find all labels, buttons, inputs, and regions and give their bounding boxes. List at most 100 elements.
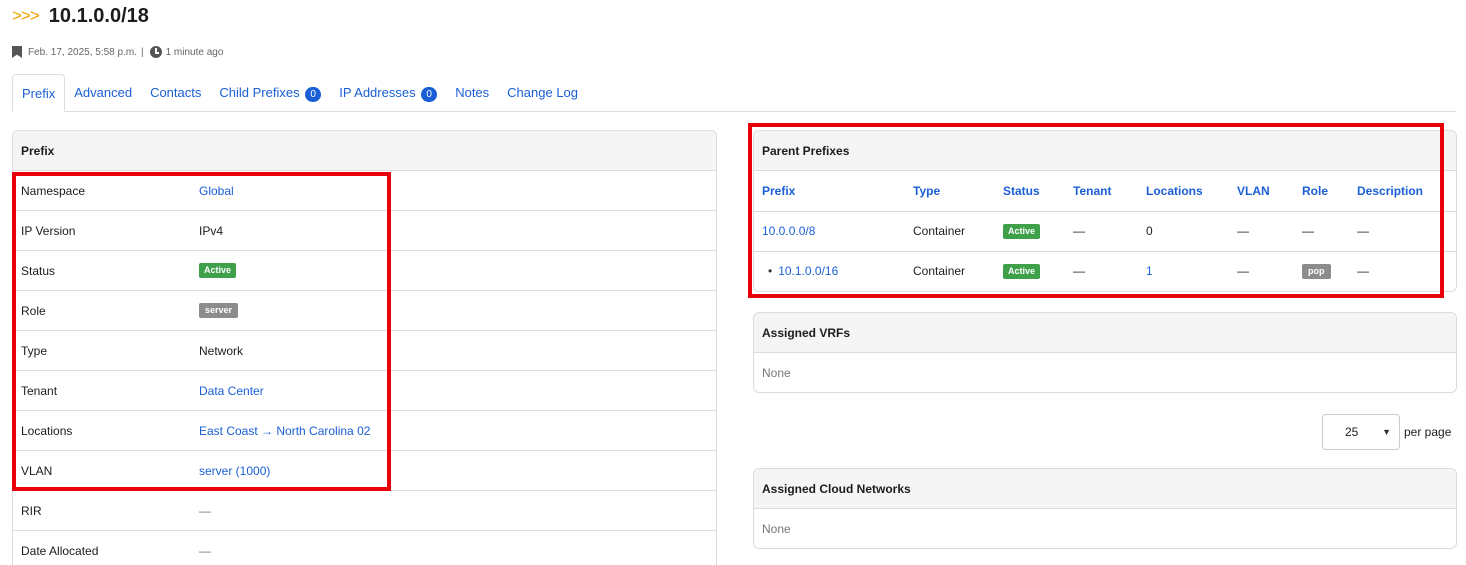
- table-row: • 10.1.0.0/16 Container Active — 1 — pop …: [754, 251, 1456, 291]
- tab-label: Notes: [455, 85, 490, 100]
- tab-label: Contacts: [150, 85, 202, 100]
- tab-label: Change Log: [507, 85, 579, 100]
- per-page-label: per page: [1404, 425, 1452, 439]
- tab-notes[interactable]: Notes: [446, 74, 498, 112]
- created-timestamp: Feb. 17, 2025, 5:58 p.m.: [28, 46, 137, 58]
- column-header-prefix[interactable]: Prefix: [754, 171, 905, 212]
- tenant-cell: —: [1065, 211, 1138, 252]
- table-row: 10.0.0.0/8 Container Active — 0 — — —: [754, 211, 1456, 252]
- parent-prefixes-panel: Parent Prefixes Prefix Type Status Tenan…: [753, 130, 1457, 292]
- empty-state-text: None: [762, 522, 791, 536]
- assigned-vrfs-panel: Assigned VRFs None: [753, 312, 1457, 393]
- location-link[interactable]: East Coast → North Carolina 02: [199, 424, 370, 438]
- bookmark-icon: [12, 46, 22, 58]
- panel-heading: Assigned VRFs: [754, 313, 1456, 353]
- per-page-value: 25: [1345, 425, 1359, 439]
- vlan-cell: —: [1237, 264, 1249, 279]
- type-cell: Container: [905, 211, 995, 252]
- role-badge: server: [199, 303, 239, 318]
- attr-label: Date Allocated: [21, 544, 99, 558]
- attr-row-ip-version: IP Version IPv4: [13, 211, 716, 251]
- tab-change-log[interactable]: Change Log: [498, 74, 587, 112]
- attr-value: —: [199, 503, 211, 518]
- locations-cell: 0: [1138, 211, 1229, 252]
- attr-label: Tenant: [21, 383, 58, 398]
- attr-label: VLAN: [21, 463, 53, 478]
- per-page-control: 25 ▼ per page: [1322, 414, 1451, 450]
- column-header-type[interactable]: Type: [905, 171, 995, 212]
- attr-row-status: Status Active: [13, 251, 716, 291]
- clock-icon: [149, 46, 162, 58]
- count-badge: 0: [305, 87, 322, 102]
- tab-ip-addresses[interactable]: IP Addresses 0: [330, 74, 446, 112]
- prefix-panel: Prefix Namespace Global IP Version IPv4 …: [12, 130, 717, 565]
- column-header-status[interactable]: Status: [995, 171, 1065, 212]
- attr-row-role: Role server: [13, 291, 716, 331]
- tab-label: Child Prefixes: [219, 85, 300, 100]
- per-page-select[interactable]: 25 ▼: [1322, 414, 1400, 450]
- attr-label: RIR: [21, 503, 42, 518]
- meta-separator: |: [140, 46, 144, 58]
- attr-row-date-allocated: Date Allocated —: [13, 531, 716, 565]
- attr-value: —: [199, 544, 211, 558]
- description-cell: —: [1357, 264, 1369, 279]
- role-badge: pop: [1302, 264, 1331, 280]
- tenant-cell: —: [1073, 264, 1085, 279]
- attr-value: IPv4: [199, 223, 224, 238]
- page-header: >>> 10.1.0.0/18: [12, 2, 149, 30]
- status-badge: Active: [1003, 224, 1041, 239]
- attr-row-tenant: Tenant Data Center: [13, 371, 716, 411]
- breadcrumb-arrows: >>>: [12, 6, 40, 25]
- column-header-description[interactable]: Description: [1349, 171, 1456, 212]
- attr-label: Namespace: [21, 183, 86, 198]
- tab-advanced[interactable]: Advanced: [65, 74, 141, 112]
- tab-child-prefixes[interactable]: Child Prefixes 0: [210, 74, 330, 112]
- column-header-tenant[interactable]: Tenant: [1065, 171, 1138, 212]
- page-title: 10.1.0.0/18: [48, 4, 149, 27]
- attr-value: Network: [199, 343, 244, 358]
- attr-label: Locations: [21, 423, 73, 438]
- status-badge: Active: [199, 263, 237, 278]
- column-header-role[interactable]: Role: [1294, 171, 1349, 212]
- timestamp-meta: Feb. 17, 2025, 5:58 p.m. | 1 minute ago: [12, 46, 223, 58]
- attr-row-type: Type Network: [13, 331, 716, 371]
- tab-label: Prefix: [22, 86, 56, 101]
- tree-bullet: •: [768, 264, 773, 279]
- type-cell: Container: [913, 264, 966, 279]
- status-badge: Active: [1003, 264, 1041, 280]
- tab-contacts[interactable]: Contacts: [141, 74, 210, 112]
- attr-label: IP Version: [21, 223, 76, 238]
- attr-label: Role: [21, 303, 46, 318]
- tab-label: IP Addresses: [339, 85, 416, 100]
- panel-heading: Prefix: [13, 131, 716, 171]
- description-cell: —: [1349, 211, 1456, 252]
- attr-row-rir: RIR —: [13, 491, 716, 531]
- attr-label: Status: [21, 263, 56, 278]
- count-badge: 0: [421, 87, 438, 102]
- column-header-vlan[interactable]: VLAN: [1229, 171, 1294, 212]
- namespace-link[interactable]: Global: [199, 184, 234, 198]
- tab-label: Advanced: [74, 85, 133, 100]
- role-cell: —: [1294, 211, 1349, 252]
- prefix-link[interactable]: 10.0.0.0/8: [762, 224, 815, 238]
- tab-bar: Prefix Advanced Contacts Child Prefixes …: [12, 74, 1456, 112]
- panel-heading: Assigned Cloud Networks: [754, 469, 1456, 509]
- tenant-link[interactable]: Data Center: [199, 384, 264, 398]
- attr-label: Type: [21, 343, 48, 358]
- vlan-link[interactable]: server (1000): [199, 464, 270, 478]
- vlan-cell: —: [1229, 211, 1294, 252]
- table-header-row: Prefix Type Status Tenant Locations VLAN…: [754, 171, 1456, 212]
- attr-row-namespace: Namespace Global: [13, 171, 716, 211]
- panel-heading: Parent Prefixes: [754, 131, 1456, 171]
- attr-row-locations: Locations East Coast → North Carolina 02: [13, 411, 716, 451]
- assigned-cloud-networks-panel: Assigned Cloud Networks None: [753, 468, 1457, 549]
- prefix-link[interactable]: 10.1.0.0/16: [778, 264, 838, 278]
- locations-link[interactable]: 1: [1146, 264, 1153, 278]
- attr-row-vlan: VLAN server (1000): [13, 451, 716, 491]
- chevron-down-icon: ▼: [1382, 427, 1391, 437]
- column-header-locations[interactable]: Locations: [1138, 171, 1229, 212]
- parent-prefixes-table: Prefix Type Status Tenant Locations VLAN…: [754, 171, 1456, 291]
- empty-state-text: None: [762, 366, 791, 380]
- updated-timestamp: 1 minute ago: [165, 46, 224, 58]
- tab-prefix[interactable]: Prefix: [12, 74, 66, 112]
